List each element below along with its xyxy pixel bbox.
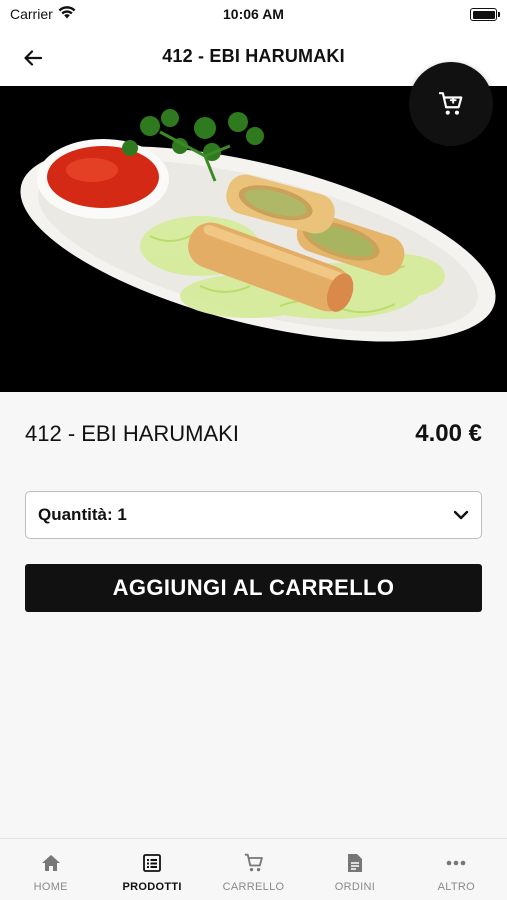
nav-item-altro[interactable]: ALTRO: [406, 839, 507, 900]
battery-icon: [470, 8, 500, 21]
quantity-select[interactable]: Quantità: 1: [25, 491, 482, 539]
more-icon: [446, 853, 466, 873]
screen: Carrier 10:06 AM 412 - EBI HARUMAKI 412 …: [0, 0, 507, 900]
nav-item-prodotti[interactable]: PRODOTTI: [101, 839, 202, 900]
nav-label-prodotti: PRODOTTI: [122, 881, 182, 893]
page-title: 412 - EBI HARUMAKI: [162, 46, 345, 66]
status-bar: Carrier 10:06 AM: [0, 0, 507, 28]
cart-floating-button[interactable]: [409, 62, 493, 146]
document-icon: [345, 853, 365, 873]
cart-icon: [244, 853, 264, 873]
quantity-label: Quantità: 1: [38, 505, 127, 524]
product-name: 412 - EBI HARUMAKI: [25, 421, 239, 446]
nav-item-carrello[interactable]: CARRELLO: [203, 839, 304, 900]
product-price: 4.00 €: [415, 420, 482, 447]
nav-item-home[interactable]: HOME: [0, 839, 101, 900]
cart-icon: [439, 92, 463, 115]
nav-label-carrello: CARRELLO: [222, 881, 285, 893]
add-to-cart-button[interactable]: AGGIUNGI AL CARRELLO: [25, 564, 482, 612]
bottom-nav: HOME PRODOTTI CARRELLO ORDINI ALTRO: [0, 838, 507, 900]
list-icon: [142, 853, 162, 873]
nav-label-altro: ALTRO: [437, 881, 475, 893]
status-time: 10:06 AM: [223, 6, 284, 22]
nav-label-home: HOME: [33, 881, 68, 893]
home-icon: [41, 853, 61, 873]
product-info-row: 412 - EBI HARUMAKI 4.00 €: [25, 418, 482, 450]
nav-label-ordini: ORDINI: [334, 881, 376, 893]
nav-item-ordini[interactable]: ORDINI: [304, 839, 405, 900]
chevron-down-icon: [453, 510, 469, 520]
